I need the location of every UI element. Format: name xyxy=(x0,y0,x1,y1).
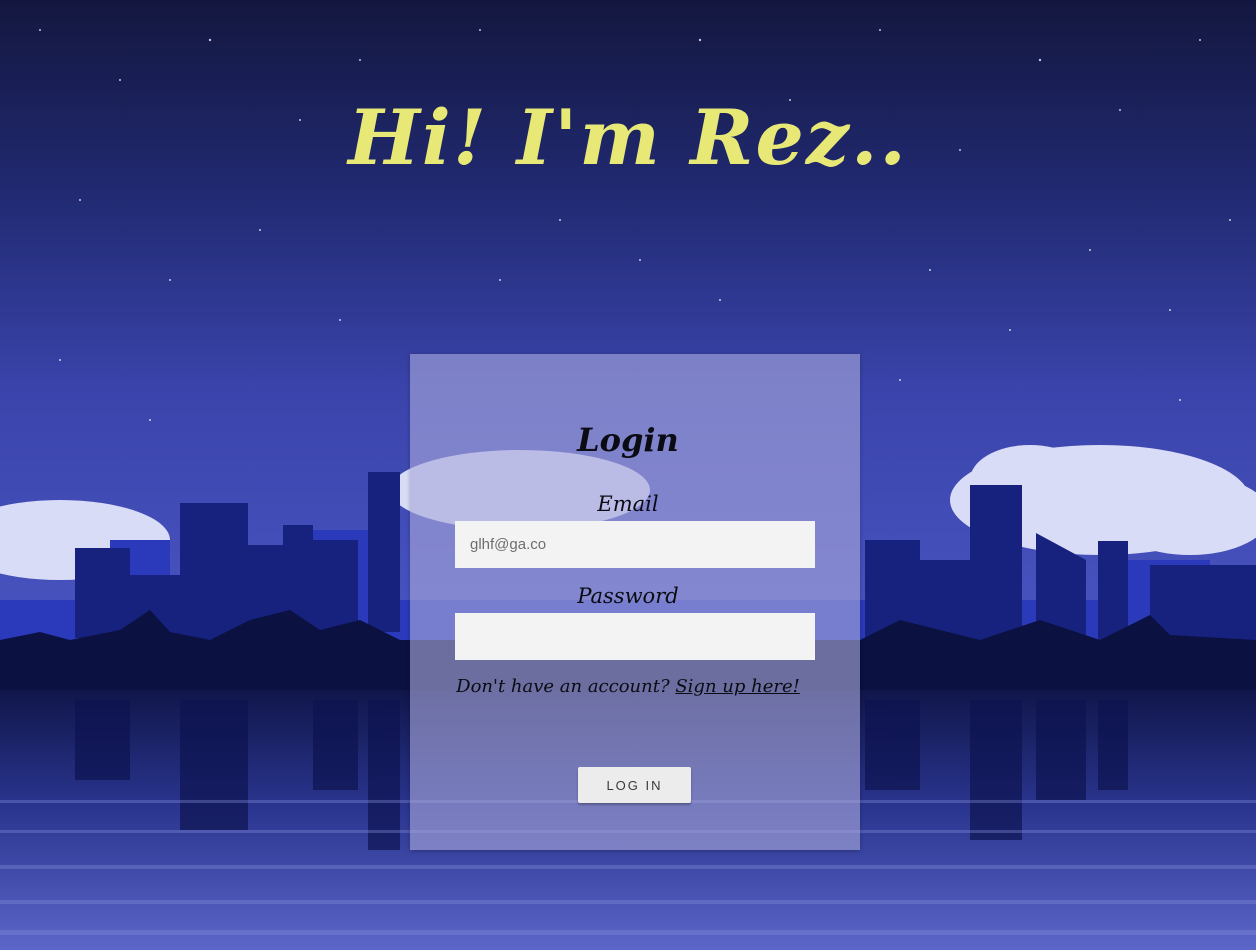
hero-title: Hi! I'm Rez.. xyxy=(348,93,908,182)
login-heading: Login xyxy=(577,421,679,459)
email-input[interactable] xyxy=(455,521,815,568)
signup-prompt: Don't have an account? Sign up here! xyxy=(0,678,1256,696)
password-input[interactable] xyxy=(455,613,815,660)
password-label: Password xyxy=(577,584,679,608)
login-button[interactable]: LOG IN xyxy=(578,767,691,803)
signup-link[interactable]: Sign up here! xyxy=(675,676,800,697)
email-label: Email xyxy=(597,492,659,516)
signup-prompt-text: Don't have an account? xyxy=(456,676,676,697)
